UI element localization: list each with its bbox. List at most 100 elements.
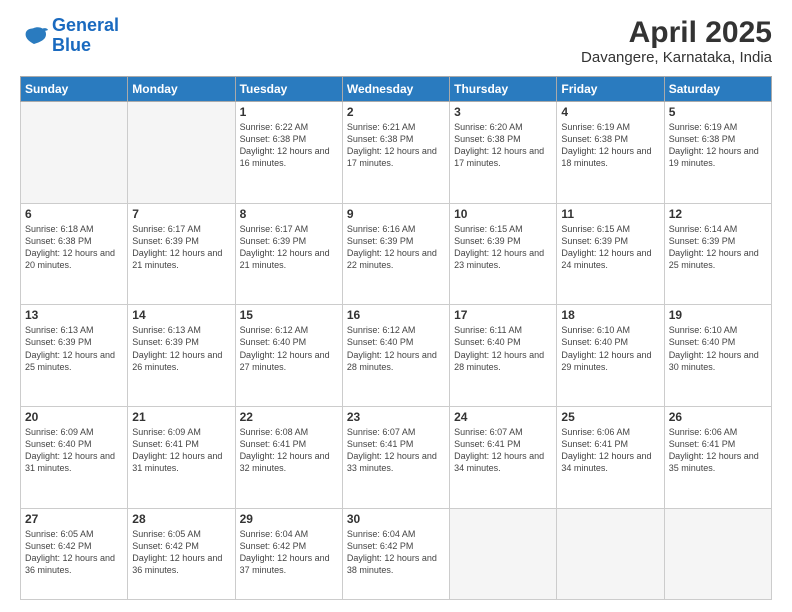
- day-info: Sunrise: 6:10 AMSunset: 6:40 PMDaylight:…: [561, 324, 659, 373]
- day-number: 1: [240, 105, 338, 119]
- calendar-cell: 15Sunrise: 6:12 AMSunset: 6:40 PMDayligh…: [235, 305, 342, 407]
- day-info: Sunrise: 6:04 AMSunset: 6:42 PMDaylight:…: [240, 528, 338, 577]
- day-number: 15: [240, 308, 338, 322]
- calendar-cell: 26Sunrise: 6:06 AMSunset: 6:41 PMDayligh…: [664, 406, 771, 508]
- day-number: 4: [561, 105, 659, 119]
- day-number: 16: [347, 308, 445, 322]
- day-number: 3: [454, 105, 552, 119]
- week-row-4: 20 Sunrise: 6:09 AMSunset: 6:40 PMDayligh…: [21, 406, 772, 508]
- day-info: Sunrise: 6:21 AMSunset: 6:38 PMDaylight:…: [347, 121, 445, 170]
- day-info: Sunrise: 6:22 AMSunset: 6:38 PMDaylight:…: [240, 121, 338, 170]
- day-number: 7: [132, 207, 230, 221]
- day-number: 2: [347, 105, 445, 119]
- calendar-cell: 30 Sunrise: 6:04 AMSunset: 6:42 PMDayligh…: [342, 508, 449, 600]
- day-info: Sunrise: 6:05 AMSunset: 6:42 PMDaylight:…: [25, 528, 123, 577]
- week-row-2: 6Sunrise: 6:18 AMSunset: 6:38 PMDaylight…: [21, 203, 772, 305]
- calendar-cell: 29 Sunrise: 6:04 AMSunset: 6:42 PMDayligh…: [235, 508, 342, 600]
- calendar-cell: 1 Sunrise: 6:22 AMSunset: 6:38 PMDaylight…: [235, 102, 342, 204]
- day-number: 20: [25, 410, 123, 424]
- week-row-3: 13Sunrise: 6:13 AMSunset: 6:39 PMDayligh…: [21, 305, 772, 407]
- day-number: 22: [240, 410, 338, 424]
- calendar-cell: 6Sunrise: 6:18 AMSunset: 6:38 PMDaylight…: [21, 203, 128, 305]
- day-number: 29: [240, 512, 338, 526]
- calendar-cell: 5Sunrise: 6:19 AMSunset: 6:38 PMDaylight…: [664, 102, 771, 204]
- day-info: Sunrise: 6:15 AMSunset: 6:39 PMDaylight:…: [454, 223, 552, 272]
- day-number: 13: [25, 308, 123, 322]
- day-number: 21: [132, 410, 230, 424]
- calendar-cell: 13Sunrise: 6:13 AMSunset: 6:39 PMDayligh…: [21, 305, 128, 407]
- col-saturday: Saturday: [664, 77, 771, 102]
- day-info: Sunrise: 6:04 AMSunset: 6:42 PMDaylight:…: [347, 528, 445, 577]
- col-thursday: Thursday: [450, 77, 557, 102]
- col-tuesday: Tuesday: [235, 77, 342, 102]
- day-number: 25: [561, 410, 659, 424]
- day-number: 10: [454, 207, 552, 221]
- day-info: Sunrise: 6:11 AMSunset: 6:40 PMDaylight:…: [454, 324, 552, 373]
- day-number: 11: [561, 207, 659, 221]
- title-block: April 2025 Davangere, Karnataka, India: [581, 16, 772, 66]
- day-info: Sunrise: 6:06 AMSunset: 6:41 PMDaylight:…: [669, 426, 767, 475]
- day-info: Sunrise: 6:07 AMSunset: 6:41 PMDaylight:…: [347, 426, 445, 475]
- day-info: Sunrise: 6:09 AMSunset: 6:40 PMDaylight:…: [25, 426, 123, 475]
- calendar-cell: [128, 102, 235, 204]
- calendar-cell: 20 Sunrise: 6:09 AMSunset: 6:40 PMDayligh…: [21, 406, 128, 508]
- calendar-cell: 27 Sunrise: 6:05 AMSunset: 6:42 PMDayligh…: [21, 508, 128, 600]
- day-info: Sunrise: 6:20 AMSunset: 6:38 PMDaylight:…: [454, 121, 552, 170]
- day-info: Sunrise: 6:14 AMSunset: 6:39 PMDaylight:…: [669, 223, 767, 272]
- day-number: 17: [454, 308, 552, 322]
- calendar-cell: 21 Sunrise: 6:09 AMSunset: 6:41 PMDayligh…: [128, 406, 235, 508]
- week-row-5: 27 Sunrise: 6:05 AMSunset: 6:42 PMDayligh…: [21, 508, 772, 600]
- day-number: 8: [240, 207, 338, 221]
- col-sunday: Sunday: [21, 77, 128, 102]
- calendar-cell: 14Sunrise: 6:13 AMSunset: 6:39 PMDayligh…: [128, 305, 235, 407]
- calendar-cell: 16Sunrise: 6:12 AMSunset: 6:40 PMDayligh…: [342, 305, 449, 407]
- calendar-cell: 25 Sunrise: 6:06 AMSunset: 6:41 PMDayligh…: [557, 406, 664, 508]
- calendar-cell: 24 Sunrise: 6:07 AMSunset: 6:41 PMDayligh…: [450, 406, 557, 508]
- calendar-cell: 8Sunrise: 6:17 AMSunset: 6:39 PMDaylight…: [235, 203, 342, 305]
- col-wednesday: Wednesday: [342, 77, 449, 102]
- calendar-cell: 10 Sunrise: 6:15 AMSunset: 6:39 PMDayligh…: [450, 203, 557, 305]
- calendar-cell: [21, 102, 128, 204]
- day-number: 14: [132, 308, 230, 322]
- calendar-cell: 12 Sunrise: 6:14 AMSunset: 6:39 PMDayligh…: [664, 203, 771, 305]
- calendar-cell: 9 Sunrise: 6:16 AMSunset: 6:39 PMDaylight…: [342, 203, 449, 305]
- logo-text: General Blue: [52, 16, 119, 56]
- day-number: 6: [25, 207, 123, 221]
- calendar-cell: [450, 508, 557, 600]
- day-number: 24: [454, 410, 552, 424]
- calendar-header-row: Sunday Monday Tuesday Wednesday Thursday…: [21, 77, 772, 102]
- day-number: 23: [347, 410, 445, 424]
- calendar-cell: 7 Sunrise: 6:17 AMSunset: 6:39 PMDaylight…: [128, 203, 235, 305]
- calendar-cell: 11 Sunrise: 6:15 AMSunset: 6:39 PMDayligh…: [557, 203, 664, 305]
- day-number: 9: [347, 207, 445, 221]
- day-number: 5: [669, 105, 767, 119]
- calendar-cell: [557, 508, 664, 600]
- logo: General Blue: [20, 16, 119, 56]
- day-info: Sunrise: 6:10 AMSunset: 6:40 PMDaylight:…: [669, 324, 767, 373]
- day-number: 19: [669, 308, 767, 322]
- day-number: 12: [669, 207, 767, 221]
- calendar-cell: 22 Sunrise: 6:08 AMSunset: 6:41 PMDayligh…: [235, 406, 342, 508]
- day-info: Sunrise: 6:15 AMSunset: 6:39 PMDaylight:…: [561, 223, 659, 272]
- calendar-cell: 23 Sunrise: 6:07 AMSunset: 6:41 PMDayligh…: [342, 406, 449, 508]
- day-info: Sunrise: 6:07 AMSunset: 6:41 PMDaylight:…: [454, 426, 552, 475]
- calendar-cell: 4 Sunrise: 6:19 AMSunset: 6:38 PMDaylight…: [557, 102, 664, 204]
- day-info: Sunrise: 6:17 AMSunset: 6:39 PMDaylight:…: [132, 223, 230, 272]
- calendar-cell: 18Sunrise: 6:10 AMSunset: 6:40 PMDayligh…: [557, 305, 664, 407]
- week-row-1: 1 Sunrise: 6:22 AMSunset: 6:38 PMDaylight…: [21, 102, 772, 204]
- page-title: April 2025: [581, 16, 772, 49]
- logo-general: General: [52, 15, 119, 35]
- col-monday: Monday: [128, 77, 235, 102]
- day-info: Sunrise: 6:16 AMSunset: 6:39 PMDaylight:…: [347, 223, 445, 272]
- day-number: 30: [347, 512, 445, 526]
- page-subtitle: Davangere, Karnataka, India: [581, 49, 772, 66]
- day-info: Sunrise: 6:06 AMSunset: 6:41 PMDaylight:…: [561, 426, 659, 475]
- day-number: 27: [25, 512, 123, 526]
- calendar-cell: 17 Sunrise: 6:11 AMSunset: 6:40 PMDayligh…: [450, 305, 557, 407]
- day-info: Sunrise: 6:08 AMSunset: 6:41 PMDaylight:…: [240, 426, 338, 475]
- day-number: 28: [132, 512, 230, 526]
- col-friday: Friday: [557, 77, 664, 102]
- day-info: Sunrise: 6:09 AMSunset: 6:41 PMDaylight:…: [132, 426, 230, 475]
- day-info: Sunrise: 6:19 AMSunset: 6:38 PMDaylight:…: [561, 121, 659, 170]
- calendar-cell: 28Sunrise: 6:05 AMSunset: 6:42 PMDayligh…: [128, 508, 235, 600]
